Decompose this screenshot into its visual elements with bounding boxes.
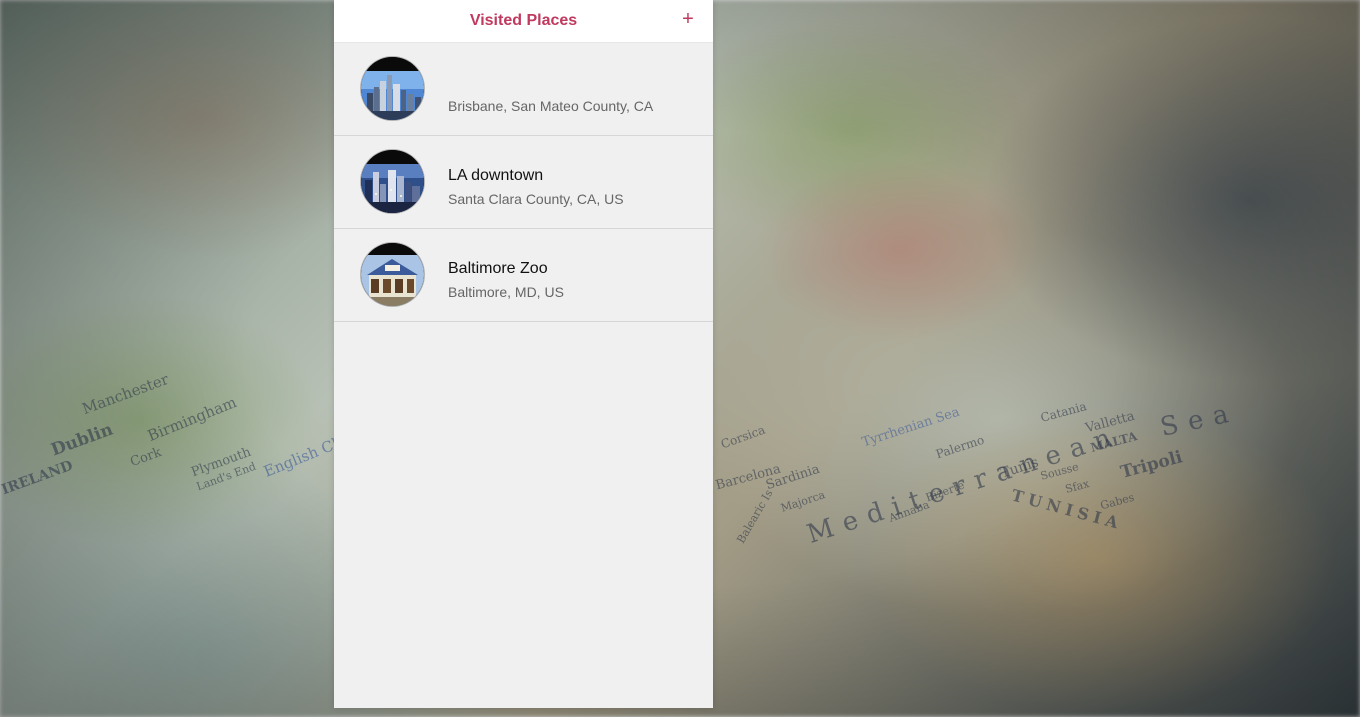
downtown-night-photo	[361, 150, 424, 213]
page-title: Visited Places	[469, 12, 578, 29]
navigation-bar: Visited Places +	[334, 0, 713, 43]
add-place-button[interactable]: +	[677, 8, 699, 30]
place-location: Baltimore, MD, US	[448, 284, 564, 300]
place-location: Brisbane, San Mateo County, CA	[448, 98, 654, 114]
list-item-place[interactable]: Baltimore Zoo Baltimore, MD, US	[334, 229, 713, 322]
place-location: Santa Clara County, CA, US	[448, 191, 624, 207]
city-skyline-photo	[361, 57, 424, 120]
list-item-place[interactable]: Brisbane, San Mateo County, CA	[334, 43, 713, 136]
places-panel: Visited Places + Brisbane, San Mateo Cou…	[334, 0, 713, 708]
place-name: Baltimore Zoo	[448, 260, 548, 277]
list-item-place[interactable]: LA downtown Santa Clara County, CA, US	[334, 136, 713, 229]
place-name: LA downtown	[448, 167, 544, 184]
zoo-building-photo	[361, 243, 424, 306]
